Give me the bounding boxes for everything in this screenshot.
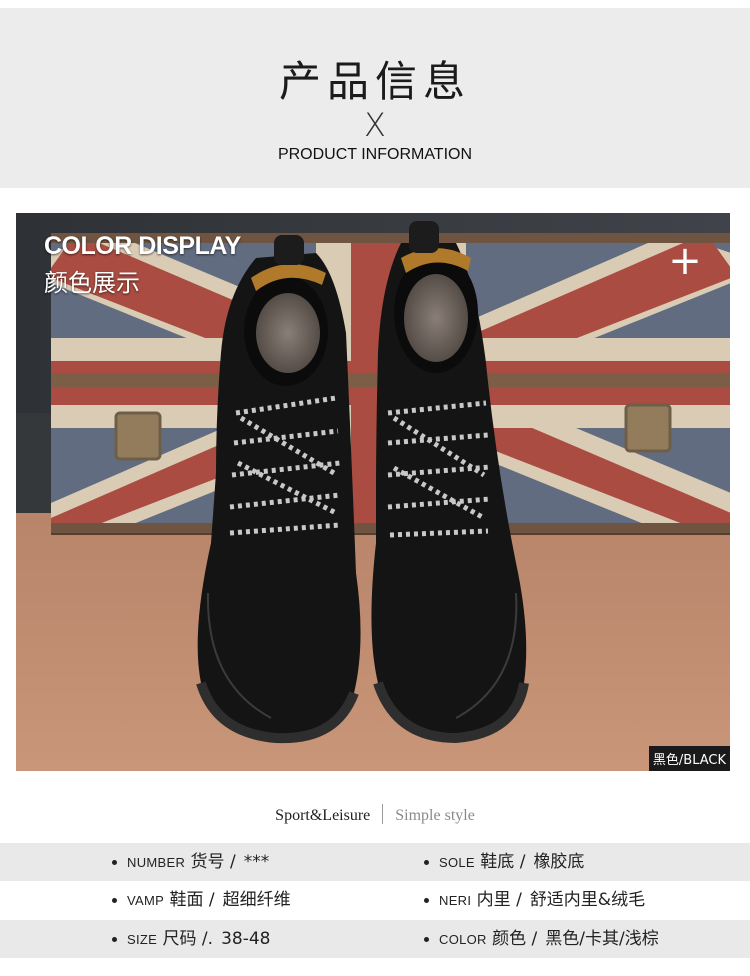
tagline-divider	[382, 804, 384, 824]
bullet-icon	[424, 897, 429, 903]
spec-row: SIZE 尺码 /. 38-48 COLOR 颜色 / 黑色/卡其/浅棕	[0, 920, 750, 958]
bullet-icon	[112, 859, 117, 865]
spec-row: VAMP 鞋面 / 超细纤维 NERI 内里 / 舒适内里&绒毛	[0, 881, 750, 919]
color-display-label-cn: 颜色展示	[44, 269, 140, 297]
spec-item-vamp: VAMP 鞋面 / 超细纤维	[112, 881, 291, 919]
spec-row: NUMBER 货号 / *** SOLE 鞋底 / 橡胶底	[0, 843, 750, 881]
spec-item-size: SIZE 尺码 /. 38-48	[112, 920, 270, 958]
tagline-right: Simple style	[395, 807, 475, 824]
cross-icon: X	[364, 106, 386, 144]
tagline-left: Sport&Leisure	[275, 807, 371, 824]
bullet-icon	[424, 859, 429, 865]
bullet-icon	[112, 897, 117, 903]
tagline: Sport&Leisure Simple style	[0, 804, 750, 825]
spec-item-sole: SOLE 鞋底 / 橡胶底	[424, 843, 584, 881]
bullet-icon	[112, 936, 117, 942]
color-display-label: COLOR DISPLAY	[44, 232, 241, 260]
section-title-cn: 产品信息	[278, 57, 471, 106]
plus-icon[interactable]: +	[665, 241, 705, 281]
section-title-en: PRODUCT INFORMATION	[277, 146, 473, 163]
product-photo: COLOR DISPLAY 颜色展示 + 黑色/BLACK	[16, 213, 730, 771]
spec-item-lining: NERI 内里 / 舒适内里&绒毛	[424, 881, 645, 919]
spec-item-number: NUMBER 货号 / ***	[112, 843, 269, 881]
product-info-header: 产品信息 X PRODUCT INFORMATION	[0, 8, 750, 188]
bullet-icon	[424, 936, 429, 942]
color-tag: 黑色/BLACK	[648, 746, 730, 771]
spec-item-color: COLOR 颜色 / 黑色/卡其/浅棕	[424, 920, 659, 958]
